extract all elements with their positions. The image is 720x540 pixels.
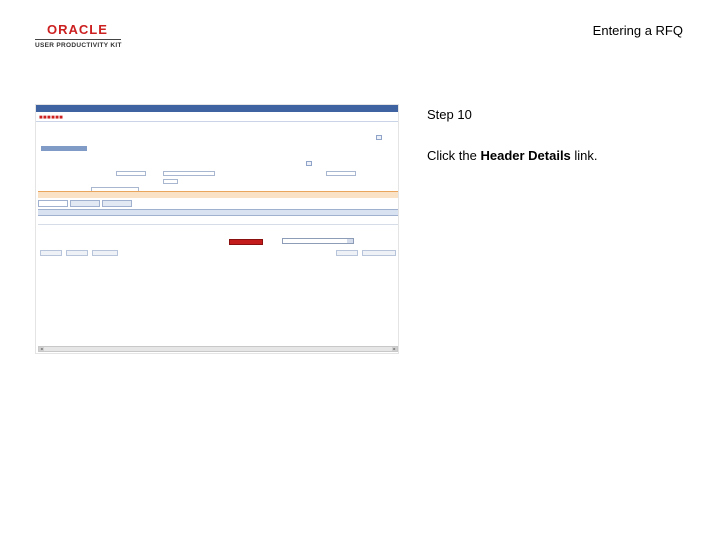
lines-grid-header [38, 209, 398, 216]
app-menu-bar [36, 105, 398, 112]
instruction-text: Click the Header Details link. [427, 148, 598, 163]
status-field [163, 171, 215, 176]
scroll-right-icon: ▸ [392, 346, 397, 351]
application-screenshot: ■■■■■■ ◂ ▸ [35, 104, 399, 354]
step-label: Step 10 [427, 107, 472, 122]
notify-button [66, 250, 88, 256]
app-nav-bar [36, 112, 398, 122]
weight-field [163, 179, 178, 184]
save-button [40, 250, 62, 256]
add-comments-dropdown [282, 238, 354, 244]
instruction-prefix: Click the [427, 148, 481, 163]
tab-line-details [38, 200, 68, 207]
page-size-toggle [376, 135, 382, 140]
table-row [38, 217, 398, 225]
chevron-down-icon [347, 239, 353, 243]
instruction-suffix: link. [570, 148, 598, 163]
header-details-link [229, 239, 263, 245]
request-date-field [116, 171, 146, 176]
oracle-logo-word: ORACLE [47, 22, 108, 37]
date-time-received-field [326, 171, 356, 176]
tab-purchase-info [102, 200, 132, 207]
new-vendor-checkbox [306, 161, 312, 166]
logo-divider [35, 39, 121, 40]
page-heading-bar [41, 146, 87, 153]
scroll-left-icon: ◂ [39, 346, 44, 351]
oracle-upk-logo: ORACLE USER PRODUCTIVITY KIT [35, 23, 125, 49]
horizontal-scrollbar: ◂ ▸ [38, 346, 398, 352]
app-oracle-logo: ■■■■■■ [39, 115, 64, 121]
update-display-button [362, 250, 396, 256]
slide-title: Entering a RFQ [592, 23, 683, 38]
add-button [336, 250, 358, 256]
refresh-button [92, 250, 118, 256]
logo-subtitle: USER PRODUCTIVITY KIT [35, 42, 122, 49]
tab-item-details [70, 200, 100, 207]
lines-section-bar [38, 191, 398, 198]
instruction-link-name: Header Details [480, 148, 571, 163]
